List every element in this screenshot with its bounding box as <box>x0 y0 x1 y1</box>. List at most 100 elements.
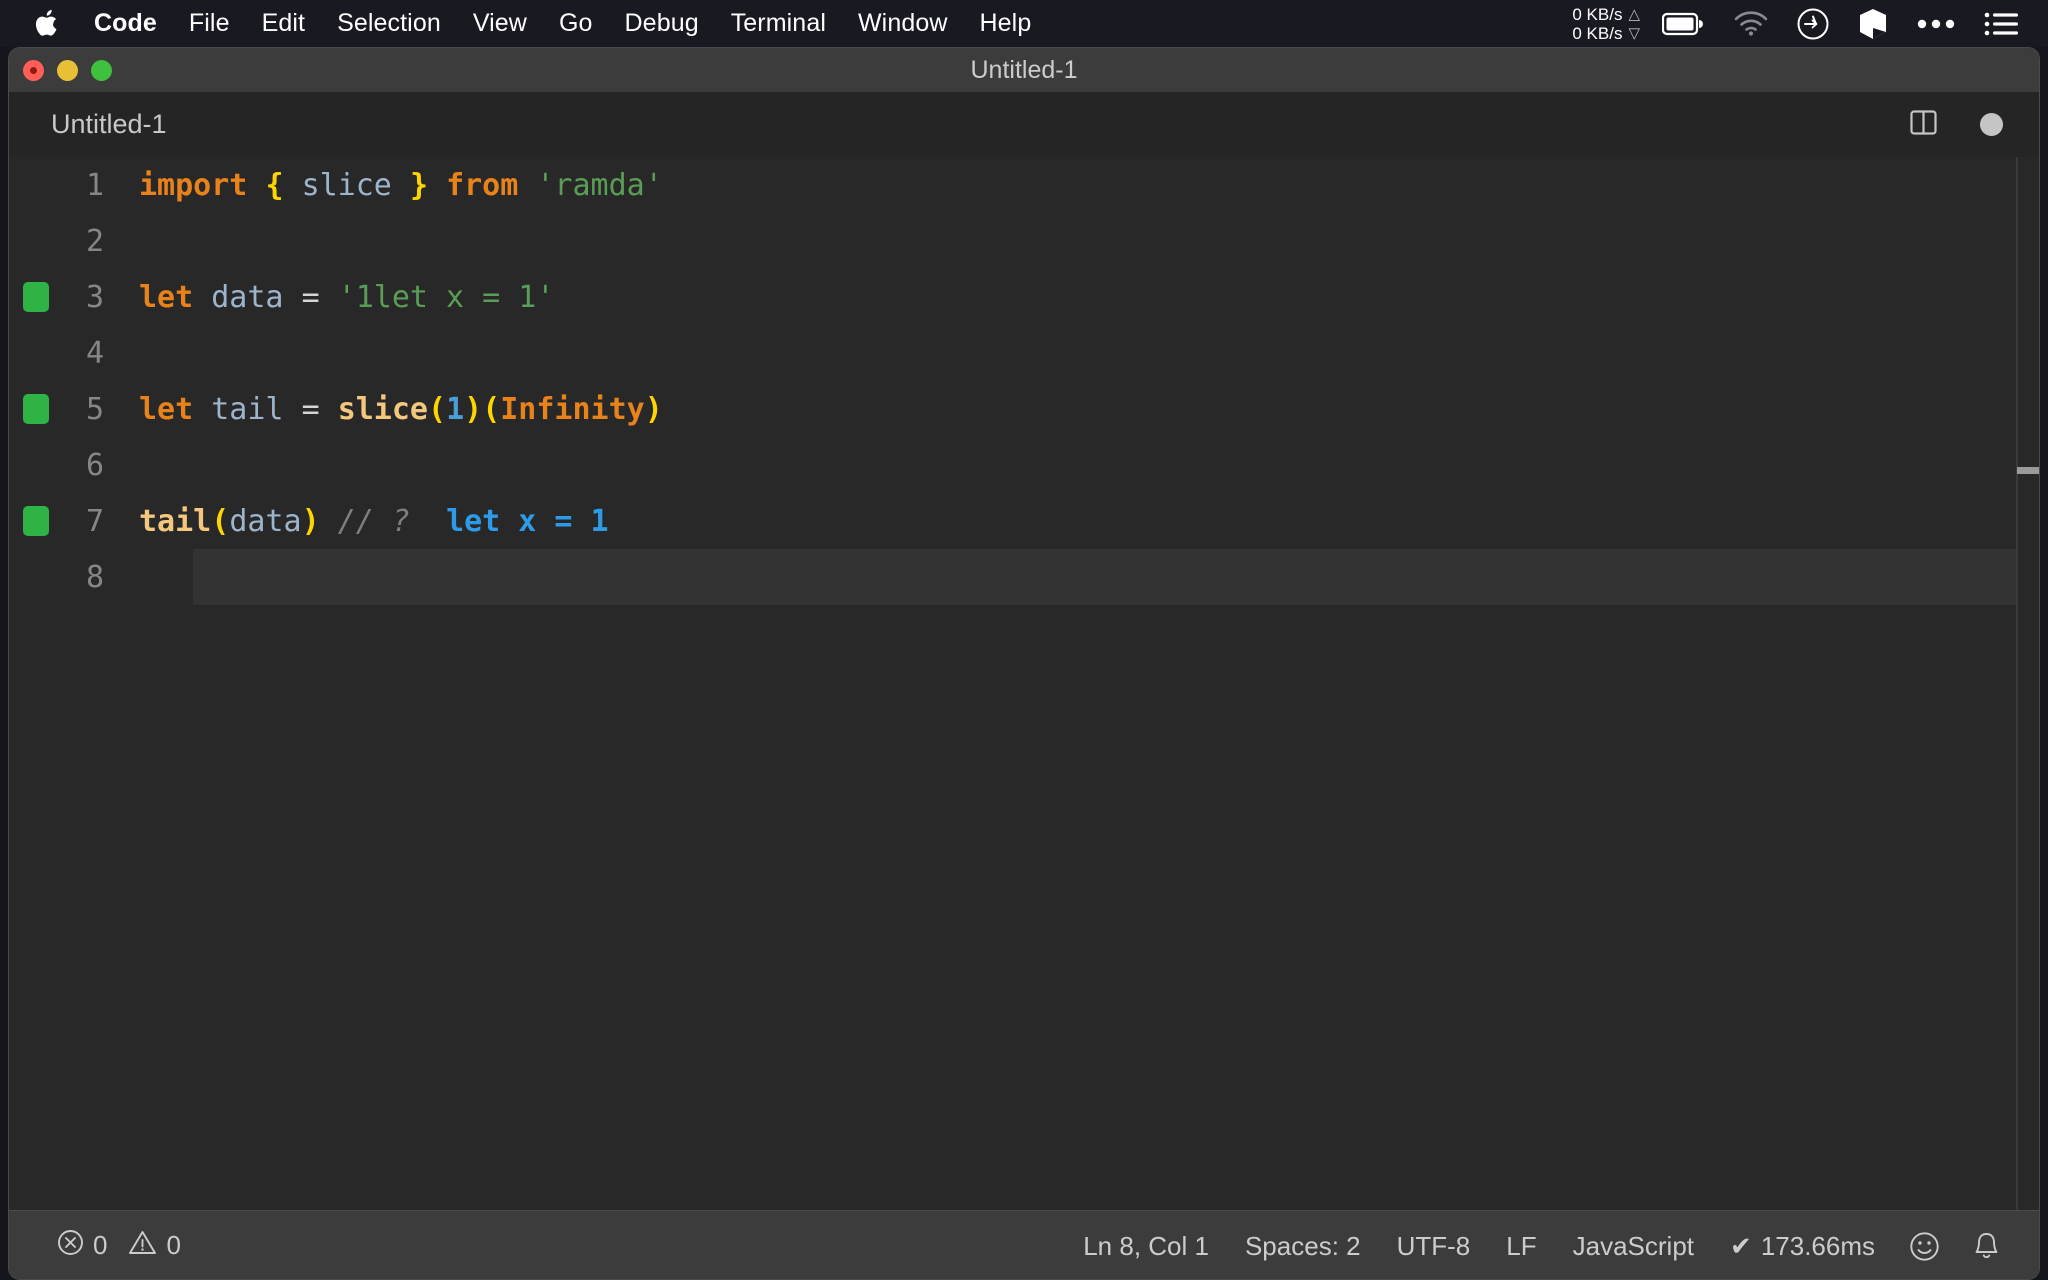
quokka-live-value-marker[interactable] <box>23 394 49 424</box>
menu-item-help[interactable]: Help <box>964 0 1048 47</box>
download-arrow-icon: ▽ <box>1628 24 1640 42</box>
code-token: = <box>301 279 320 315</box>
bell-icon[interactable] <box>1956 1231 2017 1262</box>
line-content[interactable]: let data = '1let x = 1' <box>139 280 554 315</box>
menu-item-edit[interactable]: Edit <box>246 0 321 47</box>
tab-untitled-1[interactable]: Untitled-1 <box>9 92 197 157</box>
error-count: 0 <box>93 1230 108 1260</box>
code-token: data <box>229 503 302 539</box>
code-line[interactable]: 7 tail(data) // ? let x = 1 <box>9 493 2039 549</box>
warning-triangle-icon <box>128 1229 157 1263</box>
menu-item-selection[interactable]: Selection <box>321 0 457 47</box>
ellipsis-icon[interactable] <box>1902 0 1970 47</box>
error-circle-icon <box>57 1229 84 1263</box>
overview-ruler-mark <box>2017 467 2039 474</box>
network-upload-rate: 0 KB/s <box>1572 4 1623 24</box>
code-line[interactable]: 6 <box>9 437 2039 493</box>
overview-ruler[interactable] <box>2017 157 2039 1210</box>
menu-bar-status-items: 0 KB/s 0 KB/s △ ▽ <box>1564 0 2032 47</box>
status-bar: 0 0 Ln 8, Col 1 Spaces: 2 UTF-8 LF JavaS… <box>9 1210 2039 1279</box>
menu-item-file[interactable]: File <box>173 0 246 47</box>
current-line-highlight <box>193 549 2039 605</box>
code-token: // ? <box>337 503 410 539</box>
line-number: 1 <box>85 167 104 203</box>
list-icon[interactable] <box>1970 0 2032 47</box>
cube-icon[interactable] <box>1844 0 1902 47</box>
line-number: 4 <box>85 335 104 371</box>
quokka-runtime-status[interactable]: ✔ 173.66ms <box>1712 1231 1893 1262</box>
code-token: import <box>139 167 248 203</box>
line-number: 6 <box>85 447 104 483</box>
wifi-icon[interactable] <box>1720 0 1782 47</box>
line-ending[interactable]: LF <box>1488 1231 1554 1262</box>
code-token: ) <box>464 391 483 427</box>
problems-status[interactable]: 0 0 <box>39 1229 199 1263</box>
code-line[interactable]: 2 <box>9 213 2039 269</box>
code-token: 'ramda' <box>536 167 663 203</box>
code-token: from <box>446 167 519 203</box>
menu-bar-items: Code File Edit Selection View Go Debug T… <box>0 0 1047 47</box>
menu-item-code[interactable]: Code <box>78 0 173 47</box>
code-lines[interactable]: 1 import { slice } from 'ramda' 2 3 let data… <box>9 157 2039 605</box>
line-content[interactable]: let tail = slice(1)(Infinity) <box>139 392 663 427</box>
menu-item-go[interactable]: Go <box>543 0 609 47</box>
code-editor[interactable]: 1 import { slice } from 'ramda' 2 3 let data… <box>9 157 2039 1210</box>
code-token: ( <box>211 503 230 539</box>
status-bar-left: 0 0 <box>39 1229 199 1263</box>
window-title-bar: Untitled-1 <box>9 48 2039 92</box>
clock-icon[interactable] <box>1782 0 1844 47</box>
code-token: Infinity <box>500 391 645 427</box>
split-editor-icon[interactable] <box>1909 108 1938 142</box>
code-token: 1 <box>446 391 465 427</box>
code-line[interactable]: 5 let tail = slice(1)(Infinity) <box>9 381 2039 437</box>
code-line[interactable]: 1 import { slice } from 'ramda' <box>9 157 2039 213</box>
indentation-setting[interactable]: Spaces: 2 <box>1227 1231 1379 1262</box>
smiley-icon[interactable] <box>1893 1231 1956 1262</box>
unsaved-changes-dot[interactable] <box>1980 113 2003 136</box>
warning-count: 0 <box>166 1230 181 1260</box>
code-token: ) <box>301 503 320 539</box>
code-token: let x = 1 <box>446 503 609 539</box>
code-token: data <box>211 279 284 315</box>
code-token: ( <box>482 391 501 427</box>
network-speed-indicator[interactable]: 0 KB/s 0 KB/s △ ▽ <box>1564 5 1648 43</box>
quokka-execution-time: 173.66ms <box>1760 1230 1875 1261</box>
menu-item-view[interactable]: View <box>457 0 543 47</box>
code-line[interactable]: 4 <box>9 325 2039 381</box>
code-token: slice <box>301 167 392 203</box>
quokka-live-value-marker[interactable] <box>23 506 49 536</box>
window-title: Untitled-1 <box>970 56 1078 84</box>
status-bar-right: Ln 8, Col 1 Spaces: 2 UTF-8 LF JavaScrip… <box>1065 1211 2017 1279</box>
file-encoding[interactable]: UTF-8 <box>1379 1231 1489 1262</box>
tab-label: Untitled-1 <box>51 109 167 139</box>
network-download-rate: 0 KB/s <box>1572 23 1623 43</box>
battery-icon[interactable] <box>1648 0 1720 47</box>
line-content[interactable]: import { slice } from 'ramda' <box>139 168 663 203</box>
code-token: } <box>409 167 428 203</box>
cursor-position[interactable]: Ln 8, Col 1 <box>1065 1231 1227 1262</box>
menu-item-terminal[interactable]: Terminal <box>715 0 842 47</box>
code-token: slice <box>337 391 428 427</box>
code-line[interactable]: 3 let data = '1let x = 1' <box>9 269 2039 325</box>
line-content[interactable]: tail(data) // ? let x = 1 <box>139 504 609 539</box>
language-mode[interactable]: JavaScript <box>1555 1231 1712 1262</box>
checkmark-icon: ✔ <box>1730 1230 1752 1261</box>
code-line[interactable]: 8 <box>9 549 2039 605</box>
apple-logo-icon[interactable] <box>24 8 70 39</box>
quokka-live-value-marker[interactable] <box>23 282 49 312</box>
code-token: tail <box>211 391 284 427</box>
code-token: let <box>139 391 194 427</box>
code-token: '1let x = 1' <box>337 279 555 315</box>
menu-item-window[interactable]: Window <box>842 0 964 47</box>
menu-item-debug[interactable]: Debug <box>609 0 715 47</box>
code-token: = <box>301 391 320 427</box>
